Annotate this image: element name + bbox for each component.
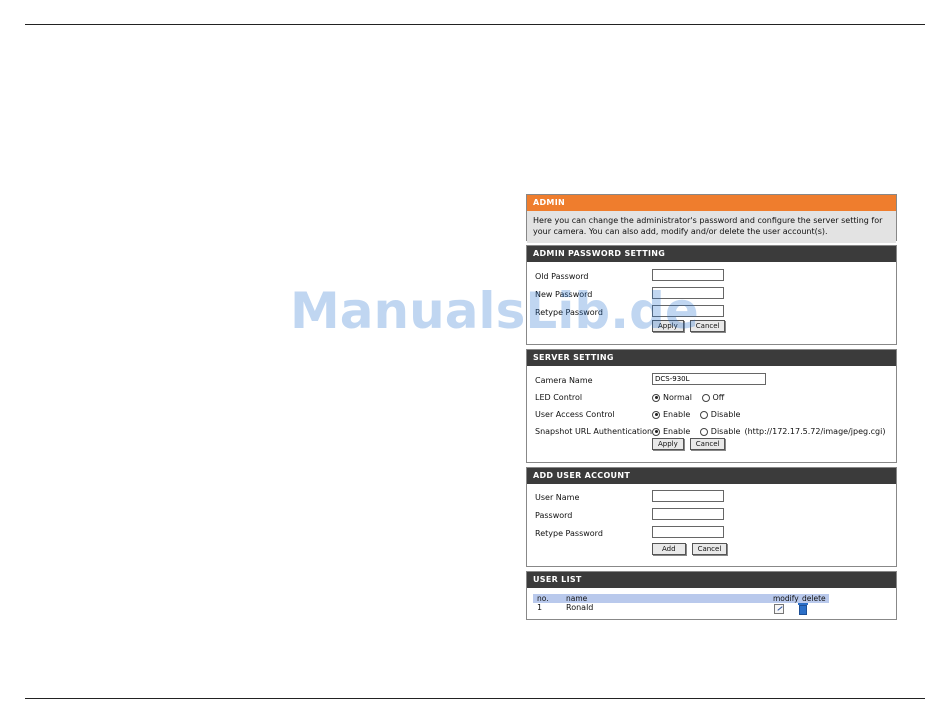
snap-enable-radio[interactable] xyxy=(652,427,660,436)
user-list-panel: USER LIST no. name modify delete 1 Ronal… xyxy=(526,571,897,620)
admin-description: Here you can change the administrator's … xyxy=(527,211,896,243)
trash-icon[interactable] xyxy=(798,603,808,615)
uac-disable-label: Disable xyxy=(710,410,741,419)
led-off-label: Off xyxy=(712,393,725,402)
add-user-cancel-button[interactable]: Cancel xyxy=(691,543,728,555)
old-password-row: Old Password xyxy=(527,269,896,287)
snap-disable-label: Disable xyxy=(710,427,741,436)
add-user-panel: ADD USER ACCOUNT User Name Password Rety… xyxy=(526,467,897,567)
edit-icon[interactable] xyxy=(774,604,784,614)
admin-password-cancel-button[interactable]: Cancel xyxy=(689,320,726,332)
add-user-header: ADD USER ACCOUNT xyxy=(527,468,896,484)
retype-password-label: Retype Password xyxy=(535,308,603,317)
user-password-label: Password xyxy=(535,511,573,520)
led-control-label: LED Control xyxy=(535,393,583,402)
col-delete: delete xyxy=(802,594,826,603)
snap-enable-label: Enable xyxy=(663,427,691,436)
snap-disable-radio[interactable] xyxy=(699,427,708,436)
server-buttons: Apply Cancel xyxy=(527,438,896,456)
col-modify: modify xyxy=(773,594,799,603)
new-password-input[interactable] xyxy=(652,287,724,299)
new-password-row: New Password xyxy=(527,287,896,305)
col-no: no. xyxy=(537,594,549,603)
camera-name-label: Camera Name xyxy=(535,376,593,385)
led-normal-label: Normal xyxy=(663,393,692,402)
led-off-radio[interactable] xyxy=(701,393,710,402)
uac-disable-radio[interactable] xyxy=(699,410,708,419)
retype-password-input[interactable] xyxy=(652,305,724,317)
new-password-label: New Password xyxy=(535,290,593,299)
snapshot-url-text: (http://172.17.5.72/image/jpeg.cgi) xyxy=(744,427,886,436)
user-retype-row: Retype Password xyxy=(527,526,896,544)
uac-enable-radio[interactable] xyxy=(652,410,660,419)
user-name-row: User Name xyxy=(527,490,896,508)
user-password-row: Password xyxy=(527,508,896,526)
led-normal-radio[interactable] xyxy=(652,393,660,402)
admin-password-buttons: Apply Cancel xyxy=(527,320,896,338)
admin-panel: ADMIN Here you can change the administra… xyxy=(526,194,897,243)
user-list-column-headers: no. name modify delete xyxy=(533,594,829,603)
bottom-rule xyxy=(25,698,925,699)
row-no: 1 xyxy=(537,603,543,612)
camera-name-row: Camera Name xyxy=(527,373,896,390)
user-list-header: USER LIST xyxy=(527,572,896,588)
admin-header: ADMIN xyxy=(527,195,896,211)
snapshot-auth-label: Snapshot URL Authentication xyxy=(535,427,653,436)
admin-password-header: ADMIN PASSWORD SETTING xyxy=(527,246,896,262)
user-access-label: User Access Control xyxy=(535,410,615,419)
server-cancel-button[interactable]: Cancel xyxy=(689,438,726,450)
user-password-input[interactable] xyxy=(652,508,724,520)
admin-password-apply-button[interactable]: Apply xyxy=(652,320,684,332)
admin-password-panel: ADMIN PASSWORD SETTING Old Password New … xyxy=(526,245,897,345)
add-user-button[interactable]: Add xyxy=(652,543,686,555)
table-row: 1 Ronald xyxy=(533,603,829,615)
user-retype-label: Retype Password xyxy=(535,529,603,538)
old-password-input[interactable] xyxy=(652,269,724,281)
row-name: Ronald xyxy=(566,603,594,612)
col-name: name xyxy=(566,594,588,603)
top-rule xyxy=(25,24,925,25)
camera-name-input[interactable] xyxy=(652,373,766,385)
add-user-buttons: Add Cancel xyxy=(527,543,896,561)
server-apply-button[interactable]: Apply xyxy=(652,438,684,450)
user-retype-input[interactable] xyxy=(652,526,724,538)
uac-enable-label: Enable xyxy=(663,410,691,419)
user-access-row: User Access Control Enable Disable xyxy=(527,407,896,424)
user-name-label: User Name xyxy=(535,493,580,502)
user-name-input[interactable] xyxy=(652,490,724,502)
server-setting-panel: SERVER SETTING Camera Name LED Control N… xyxy=(526,349,897,463)
old-password-label: Old Password xyxy=(535,272,589,281)
server-setting-header: SERVER SETTING xyxy=(527,350,896,366)
led-control-row: LED Control Normal Off xyxy=(527,390,896,407)
